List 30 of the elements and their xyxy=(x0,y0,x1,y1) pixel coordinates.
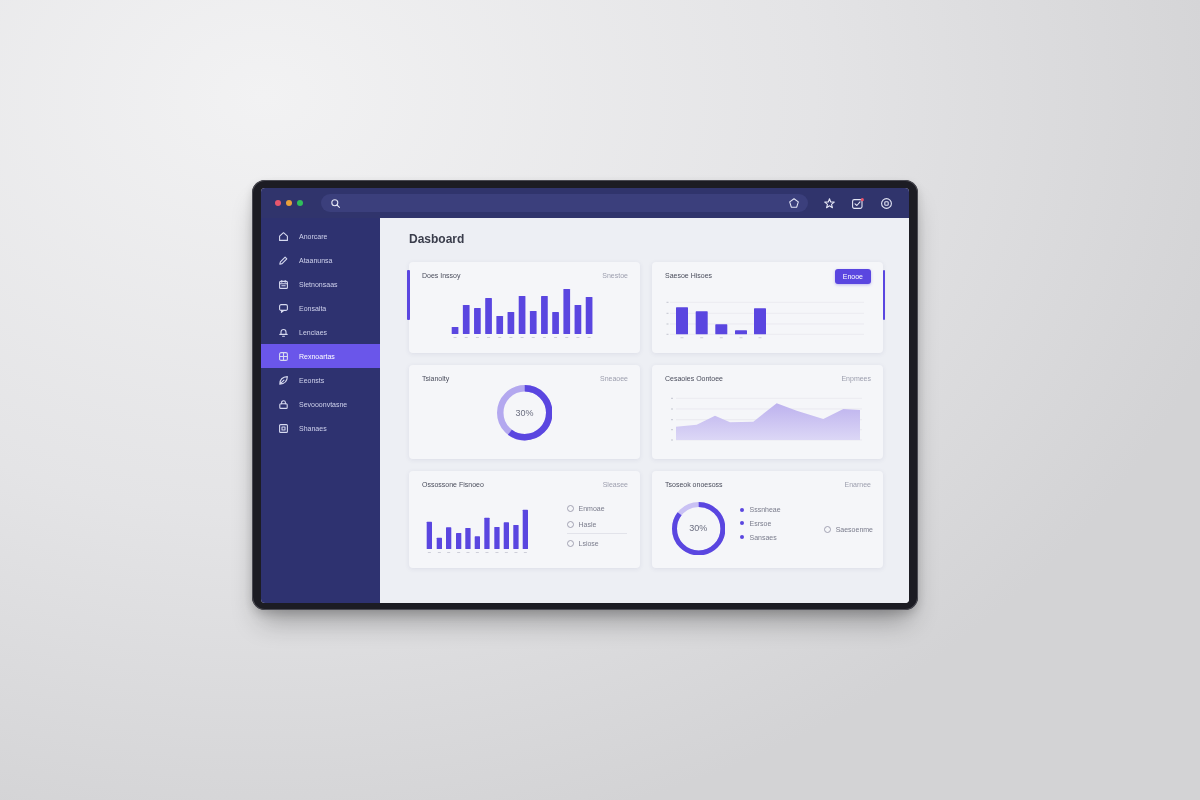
grid-icon xyxy=(279,351,288,361)
circle-icon[interactable] xyxy=(881,197,892,209)
lock-icon xyxy=(279,399,288,409)
calendar-icon xyxy=(279,279,288,289)
progress-ring xyxy=(671,501,725,555)
search-field[interactable] xyxy=(321,194,808,212)
legend-dot-icon xyxy=(740,507,745,512)
radio-button[interactable] xyxy=(567,505,574,513)
legend-dot-icon xyxy=(740,521,745,526)
check-square-icon[interactable] xyxy=(852,197,864,209)
leaf-icon xyxy=(279,375,288,385)
radio-button[interactable] xyxy=(824,525,832,533)
legend-dot-icon xyxy=(740,535,745,540)
window-control-icon[interactable] xyxy=(286,200,292,206)
square-icon xyxy=(279,423,288,433)
bell-icon xyxy=(279,327,288,337)
window-control-icon[interactable] xyxy=(297,200,303,206)
home-icon xyxy=(279,231,288,241)
radio-button[interactable] xyxy=(567,520,574,528)
window-control-icon[interactable] xyxy=(275,200,281,206)
progress-ring xyxy=(496,385,553,441)
chat-icon xyxy=(279,303,288,313)
page-title: Dasboard xyxy=(409,232,465,247)
search-icon xyxy=(331,198,340,208)
ring-reading: 30% xyxy=(515,407,534,418)
radio-button[interactable] xyxy=(567,539,574,547)
star-icon[interactable] xyxy=(824,197,835,209)
ring-reading: 30% xyxy=(689,523,708,534)
pentagon-icon[interactable] xyxy=(789,198,799,208)
pencil-icon xyxy=(279,255,288,265)
